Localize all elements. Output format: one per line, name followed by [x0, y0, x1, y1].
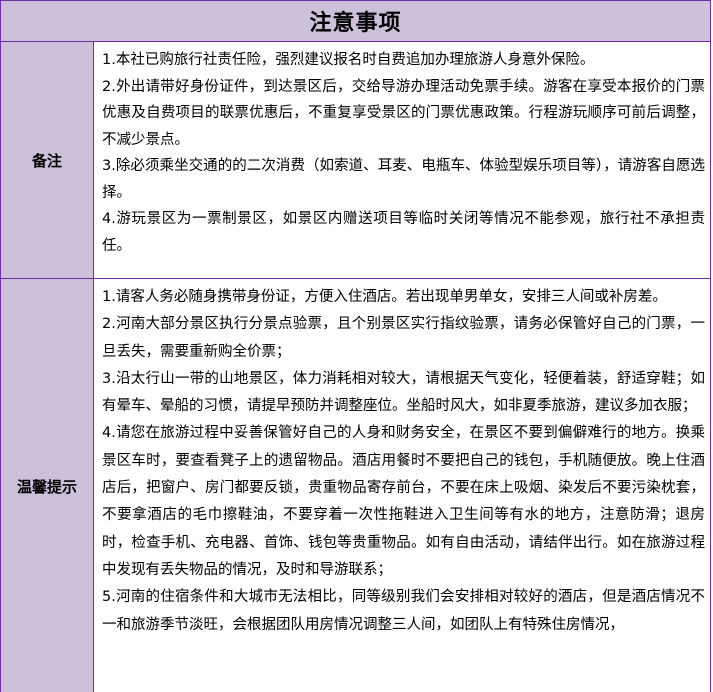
remarks-row: 备注 1.本社已购旅行社责任险，强烈建议报名时自费追加办理旅游人身意外保险。 2…	[1, 42, 710, 279]
remarks-item: 1.本社已购旅行社责任险，强烈建议报名时自费追加办理旅游人身意外保险。	[102, 52, 595, 68]
remarks-label-cell: 备注	[1, 42, 94, 278]
remarks-item: 2.外出请带好身份证件，到达景区后，交给导游办理活动免票手续。游客在享受本报价的…	[102, 78, 705, 148]
tips-item: 5.河南的住宿条件和大城市无法相比，同等级别我们会安排相对较好的酒店，但是酒店情…	[102, 589, 705, 633]
tips-label: 温馨提示	[16, 477, 77, 496]
tips-item: 4.请您在旅游过程中妥善保管好自己的人身和财务安全，在景区不要到偏僻难行的地方。…	[102, 425, 705, 578]
title-row: 注意事项	[1, 1, 710, 42]
tips-item: 1.请客人务必随身携带身份证，方便入住酒店。若出现单男单女，安排三人间或补房差。	[102, 289, 667, 305]
tips-item: 2.河南大部分景区执行分景点验票，且个别景区实行指纹验票，请务必保管好自己的门票…	[102, 316, 705, 360]
tips-row: 温馨提示 1.请客人务必随身携带身份证，方便入住酒店。若出现单男单女，安排三人间…	[1, 279, 710, 692]
remarks-item: 4.游玩景区为一票制景区，如景区内赠送项目等临时关闭等情况不能参观，旅行社不承担…	[102, 211, 705, 254]
remarks-item: 3.除必须乘坐交通的的二次消费（如索道、耳麦、电瓶车、体验型娱乐项目等），请游客…	[102, 158, 705, 201]
tips-content: 1.请客人务必随身携带身份证，方便入住酒店。若出现单男单女，安排三人间或补房差。…	[94, 279, 710, 692]
tips-item: 3.沿太行山一带的山地景区，体力消耗相对较大，请根据天气变化，轻便着装，舒适穿鞋…	[102, 370, 705, 415]
page-title: 注意事项	[309, 11, 402, 36]
remarks-label: 备注	[31, 151, 62, 170]
notice-table: 注意事项 备注 1.本社已购旅行社责任险，强烈建议报名时自费追加办理旅游人身意外…	[0, 0, 711, 692]
remarks-content: 1.本社已购旅行社责任险，强烈建议报名时自费追加办理旅游人身意外保险。 2.外出…	[94, 42, 710, 278]
tips-label-cell: 温馨提示	[1, 279, 94, 692]
